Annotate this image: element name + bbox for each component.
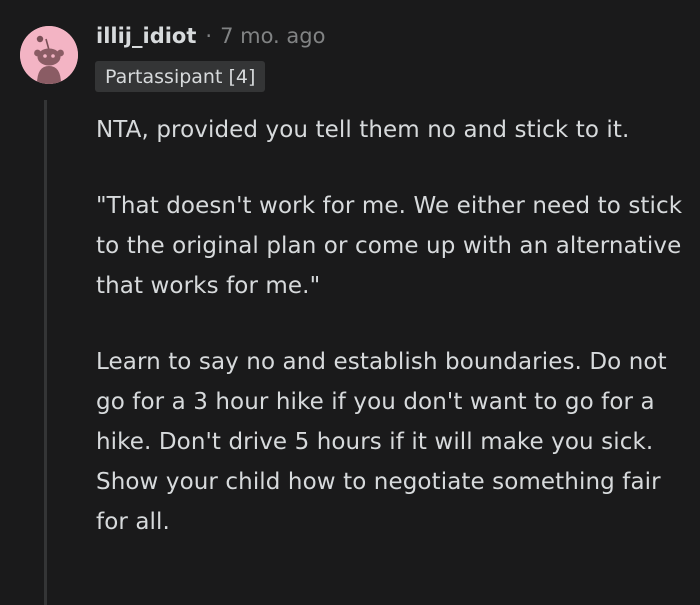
- reddit-snoo-avatar-icon: [20, 26, 78, 84]
- comment-timestamp[interactable]: 7 mo. ago: [220, 24, 325, 48]
- comment-header: illij_idiot · 7 mo. ago: [96, 18, 325, 54]
- comment-paragraph: "That doesn't work for me. We either nee…: [96, 193, 683, 299]
- comment-paragraph: Learn to say no and establish boundaries…: [96, 349, 667, 535]
- thread-collapse-line[interactable]: [44, 100, 47, 605]
- comment-paragraph: NTA, provided you tell them no and stick…: [96, 117, 630, 143]
- username-link[interactable]: illij_idiot: [96, 24, 196, 48]
- comment-body: NTA, provided you tell them no and stick…: [96, 110, 686, 578]
- meta-separator: ·: [205, 24, 213, 48]
- user-flair-badge: Partassipant [4]: [95, 61, 266, 92]
- user-avatar[interactable]: [20, 26, 78, 84]
